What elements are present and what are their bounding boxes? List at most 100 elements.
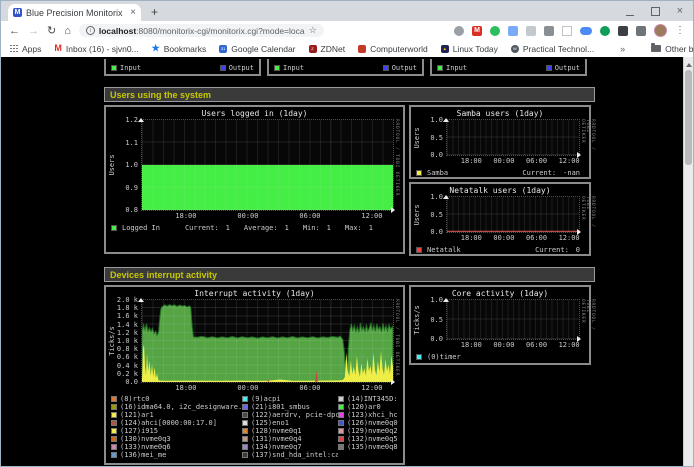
x-tick-labels: 18:0000:0006:0012:00 (413, 156, 587, 165)
new-tab-button[interactable]: + (151, 5, 158, 19)
back-button[interactable]: ← (9, 25, 20, 37)
y-tick-label: 1.0 (430, 297, 443, 304)
blue-pill-icon[interactable] (580, 27, 592, 35)
monitorix-page: InputOutput InputOutput InputOutput Users … (1, 57, 693, 466)
y-tick-label: 0.4 k (117, 363, 138, 370)
close-button[interactable]: × (677, 7, 683, 15)
legend-swatch (338, 420, 344, 426)
browser-toolbar: ← → ↻ ⌂ i localhost:8080/monitorix-cgi/m… (1, 21, 693, 40)
bookmark-item-google-calendar[interactable]: 31Google Calendar (219, 44, 295, 54)
legend-stat: Current:0 (535, 246, 580, 254)
scrollbar-up-arrow-icon[interactable] (686, 60, 692, 67)
chart-legend: NetatalkCurrent:0 (413, 246, 587, 254)
x-tick-labels: 18:0000:0006:0012:00 (108, 383, 401, 392)
y-axis-arrow-icon (138, 295, 144, 302)
legend-row: (121)ar1(122)aerdrv, pcie-dpc(123)xhci_h… (111, 411, 398, 419)
bookmarks-overflow-chevron[interactable]: » (620, 44, 625, 54)
x-axis-arrow-icon (577, 336, 584, 342)
legend-label: (134)nvme0q7 (251, 443, 302, 451)
address-bar[interactable]: i localhost:8080/monitorix-cgi/monitorix… (79, 24, 324, 37)
gmail-notifier-icon[interactable]: M (472, 26, 482, 36)
legend-label: (123)xhci_hcd (347, 411, 398, 419)
legend-item: (131)nvme0q4 (242, 435, 338, 443)
white-box-icon[interactable] (562, 26, 572, 36)
apps-grid-icon (10, 45, 18, 53)
forward-button[interactable]: → (28, 25, 39, 37)
legend-label: Logged In (122, 224, 160, 232)
reload-button[interactable]: ↻ (47, 25, 56, 37)
reading-list-icon[interactable] (636, 26, 646, 36)
netatalk-users-graph[interactable]: Netatalk users (1day)Users0.00.51.0RRDTO… (409, 182, 591, 256)
legend-stat: Current:1 (185, 224, 230, 232)
profile-avatar[interactable] (654, 24, 667, 37)
other-bookmarks-button[interactable]: Other bookmarks (651, 44, 694, 54)
copy-pages-icon[interactable] (508, 26, 518, 36)
x-tick-label: 12:00 (559, 341, 580, 349)
users-logged-in-graph[interactable]: Users logged in (1day)Users0.80.91.01.11… (104, 105, 405, 254)
x-tick-labels: 18:0000:0006:0012:00 (108, 211, 401, 220)
legend-item: (137)snd_hda_intel:card0 (242, 451, 338, 459)
y-tick-label: 2.0 k (117, 297, 138, 304)
scrollbar-thumb[interactable] (685, 70, 692, 165)
green-globe-icon[interactable] (490, 26, 500, 36)
star-icon: ★ (152, 44, 160, 53)
bookmark-star-icon[interactable]: ☆ (309, 25, 317, 36)
legend-swatch (111, 428, 117, 434)
input-legend: Input (274, 64, 304, 72)
browser-tab[interactable]: M Blue Precision Monitorix × (8, 4, 141, 21)
bookmark-item-gmail[interactable]: MInbox (16) - sjvn0... (54, 44, 138, 54)
site-info-icon[interactable]: i (86, 26, 95, 35)
legend-label: (128)nvme0q1 (251, 427, 302, 435)
y-tick-label: 1.4 k (117, 322, 138, 329)
gray-box-icon[interactable] (526, 26, 536, 36)
green-circle-icon[interactable] (600, 26, 610, 36)
legend-label: (0)timer (427, 353, 461, 361)
bookmark-item-computerworld[interactable]: Computerworld (358, 44, 428, 54)
extensions-puzzle-icon[interactable] (618, 26, 628, 36)
samba-users-graph[interactable]: Samba users (1day)Users0.00.51.0RRDTOOL … (409, 105, 591, 179)
x-tick-label: 18:00 (175, 212, 196, 220)
y-tick-label: 1.0 (430, 194, 443, 201)
minimize-button[interactable] (626, 7, 634, 16)
url-text[interactable]: localhost:8080/monitorix-cgi/monitorix.c… (99, 26, 305, 36)
computerworld-icon (358, 45, 366, 53)
partial-graph-box[interactable]: InputOutput (267, 59, 424, 76)
legend-swatch (111, 452, 117, 458)
core-activity-graph[interactable]: Core activity (1day)Ticks/s0.00.51.0RRDT… (409, 285, 591, 365)
section-title-text: Devices interrupt activity (110, 270, 217, 280)
series-Logged In (142, 165, 393, 210)
tab-close-icon[interactable]: × (130, 8, 136, 18)
bookmark-label: Bookmarks (164, 44, 207, 54)
search-icon[interactable] (454, 26, 464, 36)
legend-item: (134)nvme0q7 (242, 443, 338, 451)
y-axis-label: Ticks/s (413, 299, 421, 340)
bookmark-item-linux-today[interactable]: ▲Linux Today (441, 44, 498, 54)
bookmark-item-star[interactable]: ★ Bookmarks (152, 44, 207, 54)
page-scrollbar[interactable] (683, 57, 693, 466)
bookmark-item-apps-grid[interactable]: Apps (10, 44, 41, 54)
series-interrupts-green-total (142, 305, 393, 382)
y-tick-label: 0.5 (430, 135, 443, 142)
partial-graph-box[interactable]: InputOutput (430, 59, 587, 76)
dark-box-icon[interactable] (544, 26, 554, 36)
bookmark-item-zdnet[interactable]: ZZDNet (309, 44, 346, 54)
legend-row: (124)ahci[0000:00:17.0](125)eno1(126)nvm… (111, 419, 398, 427)
tab-strip: M Blue Precision Monitorix × + × (1, 1, 693, 21)
x-tick-label: 06:00 (526, 234, 547, 242)
legend-swatch (111, 412, 117, 418)
legend-swatch (242, 396, 248, 402)
home-button[interactable]: ⌂ (64, 25, 71, 37)
browser-menu-icon[interactable]: ⋮ (675, 25, 685, 36)
plot-area (141, 119, 394, 211)
maximize-button[interactable] (651, 7, 660, 16)
bookmark-item-wordpress[interactable]: WPractical Technol... (511, 44, 594, 54)
x-tick-label: 18:00 (175, 384, 196, 392)
legend-swatch (242, 412, 248, 418)
interrupt-activity-graph[interactable]: Interrupt activity (1day)Ticks/s0.00.2 k… (104, 285, 405, 465)
interrupt-legend-grid: (8)rtc0(9)acpi(14)INT345D:00(16)idma64.0… (108, 395, 401, 459)
bookmarks-bar: Apps MInbox (16) - sjvn0... ★ Bookmarks 31Go… (1, 40, 693, 57)
partial-graph-box[interactable]: InputOutput (104, 59, 261, 76)
url-host: localhost (99, 26, 136, 36)
linux-today-icon: ▲ (441, 45, 449, 53)
stat-label: Current: (535, 246, 569, 254)
